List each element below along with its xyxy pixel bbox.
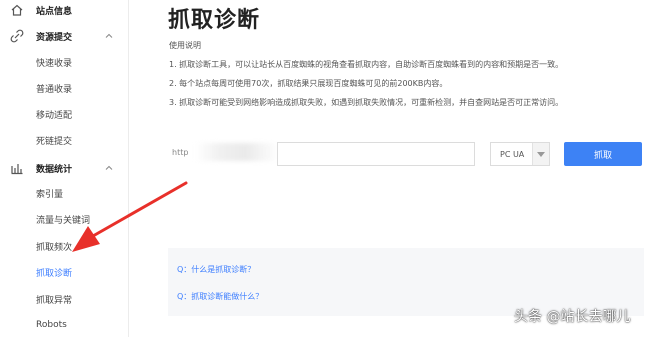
sidebar-item-label: Robots bbox=[36, 320, 67, 330]
sidebar-item-label: 索引量 bbox=[36, 189, 64, 200]
usage-title: 使用说明 bbox=[169, 41, 201, 50]
sidebar-item-label: 抓取诊断 bbox=[36, 268, 73, 279]
link-icon bbox=[10, 29, 24, 43]
sidebar-group-label: 数据统计 bbox=[36, 164, 73, 175]
sidebar-item-site-info[interactable]: 站点信息 bbox=[0, 0, 128, 20]
sidebar-item-label: 移动适配 bbox=[36, 110, 73, 121]
url-input[interactable] bbox=[277, 142, 475, 166]
sidebar-item-label: 普通收录 bbox=[36, 84, 73, 95]
ua-select[interactable]: PC UA bbox=[490, 142, 550, 166]
sidebar-item-crawl-frequency[interactable]: 抓取频次 bbox=[0, 236, 128, 256]
caret-down-icon bbox=[537, 152, 545, 157]
sidebar-item-dead-link[interactable]: 死链提交 bbox=[0, 130, 128, 150]
watermark: 头条 @站长去哪儿 bbox=[514, 309, 631, 325]
sidebar: 站点信息 资源提交 快速收录 普通收录 移动适配 死链提交 数据统计 索引量 流… bbox=[0, 0, 129, 337]
chevron-up-icon[interactable] bbox=[104, 163, 114, 173]
usage-note: 3. 抓取诊断可能受到网络影响造成抓取失败，如遇到抓取失败情况，可重新检测，并自… bbox=[169, 98, 564, 107]
sidebar-item-label: 抓取异常 bbox=[36, 295, 73, 306]
sidebar-item-robots[interactable]: Robots bbox=[0, 315, 128, 335]
sidebar-item-label: 快速收录 bbox=[36, 58, 73, 69]
usage-note: 1. 抓取诊断工具，可以让站长从百度蜘蛛的视角查看抓取内容，自助诊断百度蜘蛛看到… bbox=[169, 60, 564, 69]
sidebar-group-data-stats[interactable]: 数据统计 bbox=[0, 158, 128, 178]
sidebar-item-quick-index[interactable]: 快速收录 bbox=[0, 52, 128, 72]
main-content: 抓取诊断 使用说明 1. 抓取诊断工具，可以让站长从百度蜘蛛的视角查看抓取内容，… bbox=[129, 0, 669, 337]
usage-note: 2. 每个站点每周可使用70次，抓取结果只展现百度蜘蛛可见的前200KB内容。 bbox=[169, 79, 448, 88]
faq-link-purpose[interactable]: Q：抓取诊断能做什么？ bbox=[177, 291, 263, 302]
sidebar-item-traffic-keywords[interactable]: 流量与关键词 bbox=[0, 209, 128, 229]
sidebar-item-crawl-errors[interactable]: 抓取异常 bbox=[0, 289, 128, 309]
sidebar-item-label: 站点信息 bbox=[36, 6, 73, 17]
ua-select-toggle[interactable] bbox=[532, 143, 549, 165]
sidebar-item-label: 死链提交 bbox=[36, 136, 73, 147]
sidebar-item-index-count[interactable]: 索引量 bbox=[0, 183, 128, 203]
faq-link-what[interactable]: Q：什么是抓取诊断？ bbox=[177, 264, 255, 275]
sidebar-group-resource-submit[interactable]: 资源提交 bbox=[0, 26, 128, 46]
chart-icon bbox=[11, 164, 23, 175]
page-title: 抓取诊断 bbox=[168, 8, 261, 33]
sidebar-item-mobile-adapt[interactable]: 移动适配 bbox=[0, 104, 128, 124]
url-prefix: http bbox=[172, 148, 189, 157]
fetch-button[interactable]: 抓取 bbox=[564, 142, 642, 166]
sidebar-item-label: 流量与关键词 bbox=[36, 215, 91, 226]
sidebar-item-label: 抓取频次 bbox=[36, 242, 73, 253]
sidebar-item-normal-index[interactable]: 普通收录 bbox=[0, 78, 128, 98]
sidebar-group-label: 资源提交 bbox=[36, 32, 73, 43]
home-icon bbox=[11, 4, 23, 16]
sidebar-item-crawl-diagnosis[interactable]: 抓取诊断 bbox=[0, 262, 128, 282]
ua-select-value: PC UA bbox=[500, 150, 525, 159]
blurred-domain bbox=[195, 143, 279, 161]
chevron-up-icon[interactable] bbox=[104, 31, 114, 41]
